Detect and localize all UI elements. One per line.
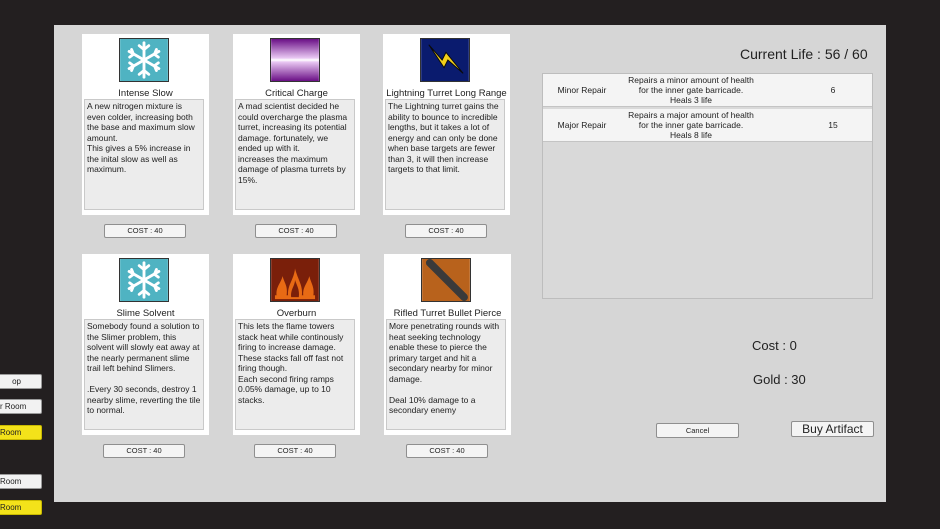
side-button-room-2[interactable]: Room <box>0 425 42 440</box>
total-cost-label: Cost : 0 <box>752 338 797 353</box>
buy-critical-charge-button[interactable]: COST : 40 <box>255 224 337 238</box>
artifact-card-slime-solvent[interactable]: Slime Solvent Somebody found a solution … <box>82 254 209 435</box>
artifact-card-critical-charge[interactable]: Critical Charge A mad scientist decided … <box>233 34 360 215</box>
side-button-room-4[interactable]: Room <box>0 500 42 515</box>
flame-icon <box>270 258 320 302</box>
artifact-card-overburn[interactable]: Overburn This lets the flame towers stac… <box>233 254 360 435</box>
card-title: Overburn <box>276 308 317 319</box>
repair-cost: 6 <box>830 85 836 95</box>
current-life-label: Current Life : 56 / 60 <box>740 46 868 62</box>
side-button-room-3[interactable]: Room <box>0 474 42 489</box>
repair-cost: 15 <box>828 120 838 130</box>
plasma-icon <box>270 38 320 82</box>
buy-artifact-button[interactable]: Buy Artifact <box>791 421 874 437</box>
snowflake-icon <box>119 258 169 302</box>
card-description: Somebody found a solution to the Slimer … <box>84 319 204 430</box>
repair-description: Repairs a minor amount of health for the… <box>628 75 754 105</box>
card-description: A new nitrogen mixture is even colder, i… <box>84 99 204 210</box>
card-description: More penetrating rounds with heat seekin… <box>386 319 506 430</box>
card-title: Intense Slow <box>118 88 173 99</box>
artifact-card-intense-slow[interactable]: Intense Slow A new nitrogen mixture is e… <box>82 34 209 215</box>
repair-item-minor[interactable]: Minor Repair Repairs a minor amount of h… <box>543 74 872 107</box>
buy-overburn-button[interactable]: COST : 40 <box>254 444 336 458</box>
bullet-icon <box>421 258 471 302</box>
card-description: The Lightning turret gains the ability t… <box>385 99 505 210</box>
card-title: Rifled Turret Bullet Pierce <box>393 308 502 319</box>
card-description: This lets the flame towers stack heat wh… <box>235 319 355 430</box>
card-title: Critical Charge <box>265 88 328 99</box>
buy-intense-slow-button[interactable]: COST : 40 <box>104 224 186 238</box>
repair-item-major[interactable]: Major Repair Repairs a major amount of h… <box>543 109 872 142</box>
snowflake-icon <box>119 38 169 82</box>
cancel-button[interactable]: Cancel <box>656 423 739 438</box>
buy-rifled-bullet-pierce-button[interactable]: COST : 40 <box>406 444 488 458</box>
artifact-card-lightning-long-range[interactable]: Lightning Turret Long Range The Lightnin… <box>383 34 510 215</box>
gold-label: Gold : 30 <box>753 372 806 387</box>
repair-name: Major Repair <box>557 120 607 130</box>
repair-name: Minor Repair <box>557 85 607 95</box>
card-title: Slime Solvent <box>116 308 175 319</box>
artifact-card-rifled-bullet-pierce[interactable]: Rifled Turret Bullet Pierce More penetra… <box>384 254 511 435</box>
side-button-room-1[interactable]: r Room <box>0 399 42 414</box>
buy-slime-solvent-button[interactable]: COST : 40 <box>103 444 185 458</box>
side-button-shop[interactable]: op <box>0 374 42 389</box>
card-description: A mad scientist decided he could overcha… <box>235 99 355 210</box>
lightning-icon <box>420 38 470 82</box>
buy-lightning-long-range-button[interactable]: COST : 40 <box>405 224 487 238</box>
repair-list: Minor Repair Repairs a minor amount of h… <box>542 73 873 299</box>
card-title: Lightning Turret Long Range <box>386 88 507 99</box>
artifact-shop-panel: Intense Slow A new nitrogen mixture is e… <box>54 25 886 502</box>
repair-description: Repairs a major amount of health for the… <box>628 110 754 140</box>
